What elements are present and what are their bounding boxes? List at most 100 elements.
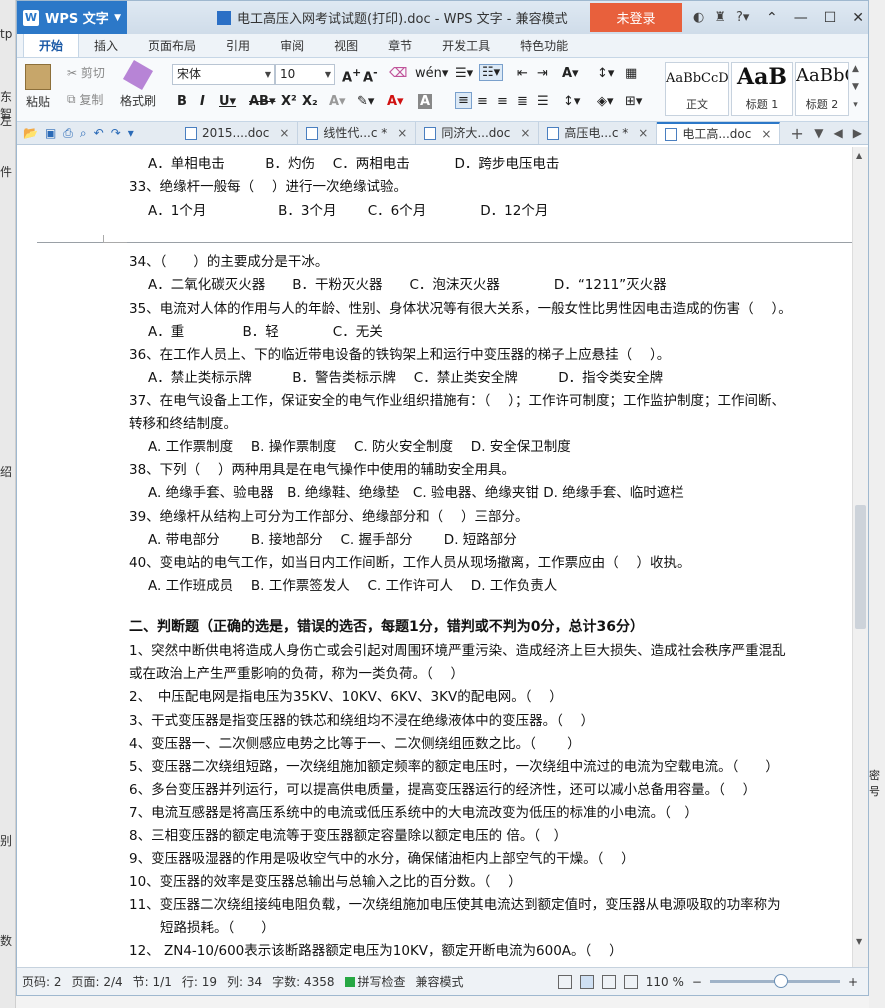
app-menu-button[interactable]: W WPS 文字 ▼	[17, 1, 127, 34]
sort-icon[interactable]: ↕▾	[597, 66, 614, 81]
copy-button[interactable]: ⧉ 复制	[67, 91, 103, 108]
chevron-left-icon[interactable]: ◀	[834, 126, 843, 140]
underline-icon[interactable]: U▾	[219, 94, 236, 109]
help-icon[interactable]: ?▾	[736, 10, 749, 25]
print-preview-icon[interactable]: ⌕	[80, 126, 87, 141]
web-view-icon[interactable]	[623, 974, 638, 989]
close-icon[interactable]: ×	[279, 122, 289, 144]
zoom-slider-knob[interactable]	[773, 974, 788, 988]
redo-icon[interactable]: ↷	[111, 126, 121, 141]
tab-page-layout[interactable]: 页面布局	[133, 35, 211, 57]
numbered-list-icon[interactable]: ☷▾	[479, 64, 504, 81]
tab-developer[interactable]: 开发工具	[427, 35, 505, 57]
style-normal[interactable]: AaBbCcD 正文	[665, 62, 729, 116]
shading-icon[interactable]: ◈▾	[597, 94, 614, 109]
close-icon[interactable]: ×	[520, 122, 530, 144]
page-view-icon[interactable]	[579, 974, 594, 989]
decrease-indent-icon[interactable]: ⇤	[517, 66, 528, 81]
align-left-icon[interactable]: ≡	[455, 92, 472, 109]
document-canvas[interactable]: A．单相电击 B．灼伤 C．两相电击 D．跨步电压电击 33、绝缘杆一般每（ ）进…	[17, 147, 854, 968]
border-icon[interactable]: ⊞▾	[625, 94, 642, 109]
distribute-icon[interactable]: ☰	[537, 94, 549, 109]
close-icon[interactable]: ×	[638, 122, 648, 144]
undo-icon[interactable]: ↶	[94, 126, 104, 141]
superscript-icon[interactable]: X²	[281, 94, 297, 109]
scroll-up-icon[interactable]: ▲	[856, 151, 862, 160]
style-heading-1[interactable]: AaB 标题 1	[731, 62, 793, 116]
subscript-icon[interactable]: X₂	[302, 94, 318, 109]
login-button[interactable]: 未登录	[590, 3, 682, 32]
text-effect-icon[interactable]: A▾	[329, 94, 346, 109]
zoom-percent[interactable]: 110 %	[646, 975, 684, 989]
chevron-down-icon[interactable]: ▾	[128, 126, 134, 141]
status-words[interactable]: 字数: 4358	[267, 973, 339, 990]
tab-chapter[interactable]: 章节	[373, 35, 427, 57]
tab-view[interactable]: 视图	[319, 35, 373, 57]
phonetic-icon[interactable]: wén▾	[415, 66, 448, 81]
clear-format-icon[interactable]: ⌫	[389, 66, 407, 81]
text-size-icon[interactable]: A▾	[562, 66, 579, 81]
font-name-select[interactable]: 宋体 ▼	[172, 64, 275, 85]
title-tools: ◐ ♜ ?▾	[693, 1, 749, 34]
table-icon[interactable]: ▦	[625, 66, 637, 81]
status-page-code[interactable]: 页码: 2	[17, 973, 67, 990]
skin-icon[interactable]: ◐	[693, 10, 704, 25]
tab-references[interactable]: 引用	[211, 35, 265, 57]
grow-font-icon[interactable]: A+	[342, 66, 361, 85]
tab-list-icon[interactable]: ▼	[814, 126, 823, 140]
style-heading-2[interactable]: AaBbC 标题 2	[795, 62, 849, 116]
tab-special[interactable]: 特色功能	[505, 35, 583, 57]
align-right-icon[interactable]: ≡	[497, 94, 508, 109]
doc-tab[interactable]: 2015....doc ×	[177, 122, 299, 144]
copy-icon: ⧉	[67, 92, 76, 106]
maximize-button[interactable]: ☐	[824, 10, 837, 26]
bullet-list-icon[interactable]: ☰▾	[455, 66, 473, 81]
tab-insert[interactable]: 插入	[79, 35, 133, 57]
answer-options: A. 带电部分 B. 接地部分 C. 握手部分 D. 短路部分	[148, 532, 517, 548]
minimize-button[interactable]: —	[794, 10, 808, 26]
tab-home[interactable]: 开始	[23, 33, 80, 57]
highlight-icon[interactable]: ✎▾	[357, 94, 374, 109]
doc-tab-active[interactable]: 电工高...doc ×	[657, 122, 781, 145]
print-icon[interactable]: ⎙	[63, 126, 73, 141]
zoom-out-icon[interactable]: −	[692, 975, 702, 989]
save-icon[interactable]: ▣	[45, 126, 56, 141]
vertical-scrollbar[interactable]: ▲ ▼	[852, 147, 868, 968]
align-center-icon[interactable]: ≡	[477, 94, 488, 109]
shirt-icon[interactable]: ♜	[714, 10, 726, 25]
justify-icon[interactable]: ≣	[517, 94, 528, 109]
collapse-ribbon-icon[interactable]: ⌃	[766, 10, 778, 26]
doc-tab[interactable]: 线性代...c * ×	[298, 122, 417, 144]
font-size-select[interactable]: 10 ▼	[275, 64, 335, 85]
zoom-in-icon[interactable]: +	[848, 975, 858, 989]
close-button[interactable]: ✕	[852, 10, 864, 26]
cut-button[interactable]: ✂ 剪切	[67, 64, 105, 81]
bold-icon[interactable]: B	[177, 94, 187, 109]
paste-button[interactable]: 粘贴	[25, 64, 51, 110]
close-icon[interactable]: ×	[761, 123, 771, 145]
zoom-slider[interactable]	[709, 974, 840, 988]
chevron-right-icon[interactable]: ▶	[853, 126, 862, 140]
spell-check-button[interactable]: 拼写检查	[340, 973, 411, 990]
new-tab-icon[interactable]: +	[790, 124, 803, 143]
answer-options: A．1个月 B．3个月 C．6个月 D．12个月	[148, 203, 549, 219]
doc-tab[interactable]: 同济大...doc ×	[416, 122, 540, 144]
outline-view-icon[interactable]	[601, 974, 616, 989]
close-icon[interactable]: ×	[397, 122, 407, 144]
strikethrough-icon[interactable]: AB▾	[249, 94, 276, 109]
full-screen-icon[interactable]	[557, 974, 572, 989]
doc-tab[interactable]: 高压电...c * ×	[539, 122, 658, 144]
scroll-down-icon[interactable]: ▼	[856, 937, 862, 946]
increase-indent-icon[interactable]: ⇥	[537, 66, 548, 81]
scroll-thumb[interactable]	[855, 505, 866, 629]
char-shading-icon[interactable]: A	[418, 94, 433, 109]
open-folder-icon[interactable]: 📂	[23, 126, 38, 141]
line-spacing-icon[interactable]: ↕▾	[563, 94, 580, 109]
font-color-icon[interactable]: A▾	[387, 94, 404, 109]
shrink-font-icon[interactable]: A-	[363, 66, 378, 85]
italic-icon[interactable]: I	[200, 94, 205, 109]
styles-scroll[interactable]: ▲ ▼ ▾	[852, 64, 859, 110]
tab-review[interactable]: 审阅	[265, 35, 319, 57]
status-page[interactable]: 页面: 2/4	[67, 973, 128, 990]
format-painter-button[interactable]: 格式刷	[120, 59, 156, 109]
